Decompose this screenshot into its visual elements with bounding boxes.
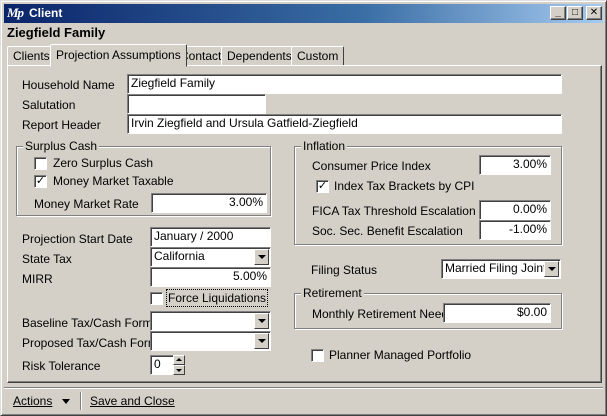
save-and-close-button[interactable]: Save and Close [90, 394, 175, 408]
client-heading: Ziegfield Family [7, 25, 106, 40]
salutation-label: Salutation [22, 98, 76, 112]
zero-surplus-checkbox[interactable] [34, 157, 47, 170]
risk-tolerance-label: Risk Tolerance [22, 359, 101, 373]
state-tax-select[interactable]: California [150, 247, 271, 267]
start-date-input[interactable]: January / 2000 [150, 227, 271, 247]
title-bar[interactable]: Mp Client _ □ ✕ [4, 4, 603, 23]
zero-surplus-label: Zero Surplus Cash [53, 156, 154, 170]
surplus-cash-title: Surplus Cash [23, 139, 100, 153]
client-window: Mp Client _ □ ✕ Ziegfield Family Clients… [0, 0, 607, 416]
chevron-down-icon[interactable] [544, 261, 559, 277]
caret-down-icon [61, 399, 70, 404]
checkmark-icon: ✓ [35, 175, 46, 187]
index-brackets-checkbox[interactable]: ✓ [316, 180, 329, 193]
household-name-label: Household Name [22, 78, 115, 92]
ss-label: Soc. Sec. Benefit Escalation [312, 224, 463, 238]
minimize-button[interactable]: _ [550, 6, 566, 20]
retirement-needs-label: Monthly Retirement Needs [312, 307, 455, 321]
report-header-input[interactable]: Irvin Ziegfield and Ursula Gatfield-Zieg… [127, 114, 562, 134]
ss-input[interactable]: -1.00% [479, 220, 551, 240]
mm-taxable-checkbox[interactable]: ✓ [34, 175, 47, 188]
salutation-input[interactable] [127, 94, 266, 114]
tab-custom[interactable]: Custom [291, 46, 345, 66]
actions-menu-button[interactable]: Actions [13, 394, 70, 408]
force-liquidations-label: Force Liquidations [165, 289, 269, 307]
filing-status-label: Filing Status [311, 263, 378, 277]
risk-tolerance-spinner[interactable] [173, 355, 185, 375]
toolbar-divider [80, 392, 82, 410]
spinner-down-icon[interactable] [173, 365, 185, 375]
save-and-close-label: Save and Close [90, 394, 175, 408]
bottom-toolbar: Actions Save and Close [4, 387, 603, 413]
mm-rate-label: Money Market Rate [34, 197, 139, 211]
close-button[interactable]: ✕ [586, 6, 602, 20]
tab-dependents[interactable]: Dependents [221, 46, 298, 66]
retirement-group: Retirement Monthly Retirement Needs $0.0… [294, 286, 562, 329]
baseline-form-select[interactable] [150, 311, 271, 331]
risk-tolerance-input[interactable]: 0 [150, 355, 174, 375]
checkmark-icon: ✓ [317, 180, 328, 192]
report-header-label: Report Header [22, 118, 101, 132]
projection-assumptions-panel: Household Name Ziegfield Family Salutati… [7, 65, 602, 383]
filing-status-value: Married Filing Joint [445, 261, 547, 275]
retirement-title: Retirement [301, 286, 364, 300]
mm-taxable-label: Money Market Taxable [53, 174, 174, 188]
tab-clients[interactable]: Clients [7, 46, 56, 66]
fica-label: FICA Tax Threshold Escalation [312, 204, 476, 218]
fica-input[interactable]: 0.00% [479, 200, 551, 220]
actions-label: Actions [13, 394, 53, 408]
planner-managed-checkbox[interactable] [311, 349, 324, 362]
app-logo-icon: Mp [7, 5, 24, 20]
cpi-input[interactable]: 3.00% [479, 155, 551, 175]
retirement-needs-input[interactable]: $0.00 [443, 303, 551, 323]
index-brackets-label: Index Tax Brackets by CPI [334, 179, 475, 193]
force-liquidations-checkbox[interactable] [150, 292, 163, 305]
state-tax-label: State Tax [22, 252, 72, 266]
planner-managed-label: Planner Managed Portfolio [329, 348, 472, 362]
proposed-form-label: Proposed Tax/Cash Form [22, 336, 158, 350]
mirr-input[interactable]: 5.00% [150, 267, 271, 287]
household-name-input[interactable]: Ziegfield Family [127, 74, 562, 94]
baseline-form-label: Baseline Tax/Cash Form [22, 316, 153, 330]
chevron-down-icon[interactable] [254, 333, 269, 349]
state-tax-value: California [154, 249, 205, 263]
inflation-title: Inflation [301, 139, 348, 153]
window-title: Client [29, 6, 63, 20]
tab-projection-assumptions[interactable]: Projection Assumptions [50, 44, 187, 67]
proposed-form-select[interactable] [150, 331, 271, 351]
spinner-up-icon[interactable] [173, 355, 185, 365]
mirr-label: MIRR [22, 272, 53, 286]
chevron-down-icon[interactable] [254, 313, 269, 329]
cpi-label: Consumer Price Index [312, 159, 431, 173]
chevron-down-icon[interactable] [254, 249, 269, 265]
mm-rate-input[interactable]: 3.00% [151, 193, 267, 213]
inflation-group: Inflation Consumer Price Index 3.00% ✓ I… [294, 139, 562, 245]
filing-status-select[interactable]: Married Filing Joint [441, 259, 561, 279]
start-date-label: Projection Start Date [22, 232, 133, 246]
maximize-button[interactable]: □ [567, 6, 583, 20]
surplus-cash-group: Surplus Cash Zero Surplus Cash ✓ Money M… [16, 139, 271, 216]
